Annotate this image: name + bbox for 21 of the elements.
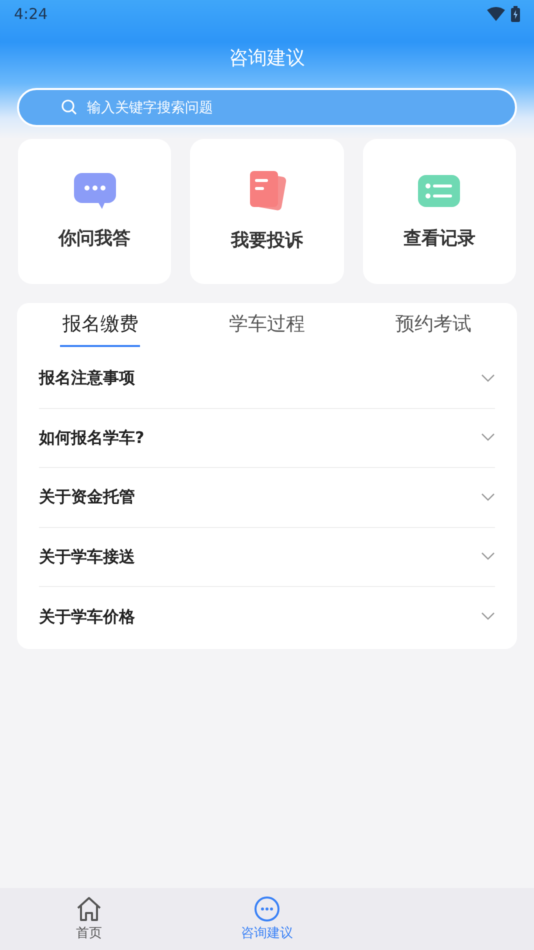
tab[interactable]: 学车过程 xyxy=(226,303,307,347)
faq-item[interactable]: 关于资金托管 xyxy=(39,468,495,528)
more-icon xyxy=(253,894,281,923)
tab[interactable]: 预约考试 xyxy=(394,303,474,347)
wifi-icon xyxy=(487,7,505,21)
tab[interactable]: 报名缴费 xyxy=(60,303,140,347)
status-time: 4:24 xyxy=(14,4,48,25)
search-field[interactable]: 输入关键字搜索问题 xyxy=(17,88,517,127)
shortcut-card[interactable]: 查看记录 xyxy=(362,139,516,284)
search-icon xyxy=(61,99,77,115)
faq-item[interactable]: 报名注意事项 xyxy=(39,349,495,408)
battery-icon xyxy=(511,6,520,22)
faq-item[interactable]: 如何报名学车? xyxy=(39,408,495,468)
nav-item[interactable]: 首页 xyxy=(0,888,178,950)
shortcut-card[interactable]: 你问我答 xyxy=(18,139,172,284)
home-icon xyxy=(75,894,103,923)
faq-item[interactable]: 关于学车价格 xyxy=(39,587,495,646)
page-title: 咨询建议 xyxy=(229,46,305,71)
shortcut-card[interactable]: 我要投诉 xyxy=(190,139,344,284)
faq-item[interactable]: 关于学车接送 xyxy=(39,528,495,587)
chat-bubble-icon xyxy=(72,171,118,211)
